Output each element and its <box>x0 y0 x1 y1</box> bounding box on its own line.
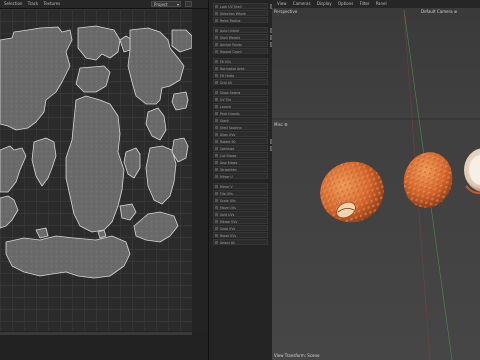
uv-island <box>75 65 111 93</box>
uv-island <box>119 203 137 221</box>
tool-row[interactable]: Grid UV <box>213 79 268 85</box>
tool-row[interactable]: Lock UV Shell <box>213 3 268 9</box>
3d-viewport[interactable] <box>272 8 480 360</box>
menu-display[interactable]: Display <box>317 0 332 8</box>
shell-right <box>464 148 480 195</box>
menu-panel[interactable]: Panel <box>376 0 387 8</box>
uv-island <box>171 29 192 53</box>
tool-row[interactable]: Align UVs <box>213 131 268 137</box>
tool-row[interactable]: Merge UVs <box>213 218 268 224</box>
tool-row[interactable]: Split UVs <box>213 211 268 217</box>
uv-island <box>145 107 167 141</box>
tool-row[interactable]: Scale UVs <box>213 197 268 203</box>
settings-icon: ⚙ <box>284 122 288 127</box>
camera-label[interactable]: Default Camera ⊕ <box>421 9 457 14</box>
tool-row[interactable]: Mirror U <box>213 173 268 179</box>
uv-island <box>35 227 49 239</box>
uv-island <box>0 26 73 131</box>
tool-row[interactable]: Optimize <box>213 145 268 151</box>
chevron-down-icon: ▾ <box>176 2 179 7</box>
uv-island <box>123 147 141 179</box>
tool-row[interactable]: Straighten <box>213 166 268 172</box>
uv-grid[interactable] <box>0 9 192 331</box>
tool-row[interactable]: Cut Edges <box>213 152 268 158</box>
menu-filter[interactable]: Filter <box>360 0 370 8</box>
space-dropdown-value: Project <box>154 2 168 7</box>
tool-row[interactable]: Sew Edges <box>213 159 268 165</box>
tool-row[interactable]: Show Seams <box>213 89 268 95</box>
uv-island <box>5 235 131 279</box>
uv-island <box>171 91 189 111</box>
tool-row[interactable]: Flip UVs <box>213 190 268 196</box>
menu-cameras[interactable]: Cameras <box>293 0 311 8</box>
misc-label-text: Misc <box>274 122 283 127</box>
tool-row[interactable]: Selection Whole <box>213 10 268 16</box>
tool-row[interactable]: Rotate 90 <box>213 138 268 144</box>
uv-island <box>145 145 177 205</box>
viewport-status: View Transform: Scene <box>274 353 320 358</box>
tool-row[interactable]: Anchor Points <box>213 41 268 47</box>
menu-view[interactable]: View <box>277 0 287 8</box>
tool-row[interactable]: Shell Weight <box>213 34 268 40</box>
tool-row[interactable]: Select All <box>213 239 268 245</box>
camera-label-text: Default Camera <box>421 9 453 14</box>
uv-vertical-scrollbar[interactable] <box>192 9 208 331</box>
viewport-scene <box>272 9 480 360</box>
tool-row[interactable]: Normalize Area <box>213 65 268 71</box>
uv-island <box>133 211 179 243</box>
tool-row[interactable]: Pack Islands <box>213 110 268 116</box>
uv-island <box>31 137 57 187</box>
menu-textures[interactable]: Textures <box>43 0 60 8</box>
tool-row[interactable]: Move UVs <box>213 204 268 210</box>
uv-island <box>97 229 107 239</box>
shell-left <box>320 161 384 223</box>
tool-row[interactable]: Fit UVs <box>213 58 268 64</box>
tool-row[interactable]: Fill Holes <box>213 72 268 78</box>
uv-island <box>0 195 19 229</box>
tool-row[interactable]: Shell Spacing <box>213 124 268 130</box>
menu-selection[interactable]: Selection <box>4 0 22 8</box>
uv-horizontal-scrollbar[interactable] <box>0 332 192 335</box>
tool-row[interactable]: Reset UVs <box>213 232 268 238</box>
camera-icon: ⊕ <box>453 9 458 14</box>
uv-island <box>65 95 125 233</box>
tool-row[interactable]: Relax Radius <box>213 17 268 23</box>
space-dropdown[interactable]: Project ▾ <box>151 1 181 7</box>
uv-island <box>77 25 121 61</box>
menu-options[interactable]: Options <box>338 0 353 8</box>
tool-row[interactable]: Auto Unfold <box>213 27 268 33</box>
tool-row[interactable]: Repeat Count <box>213 48 268 54</box>
tool-row[interactable]: Layout <box>213 103 268 109</box>
uv-island <box>0 145 27 193</box>
uv-toolkit-panel: Lock UV Shell Selection Whole Relax Radi… <box>208 0 275 360</box>
misc-label[interactable]: Misc ⚙ <box>274 122 288 127</box>
tool-row[interactable]: Snap UVs <box>213 225 268 231</box>
viewport-label: Perspective <box>274 9 298 14</box>
tool-row[interactable]: Stack <box>213 117 268 123</box>
menu-track[interactable]: Track <box>28 0 38 8</box>
uv-islands <box>0 25 192 279</box>
uv-footer <box>0 331 208 360</box>
tool-row[interactable]: UV Tile <box>213 96 268 102</box>
tool-row[interactable]: Mirror V <box>213 183 268 189</box>
shell-middle <box>403 152 453 208</box>
settings-icon[interactable] <box>185 1 192 7</box>
